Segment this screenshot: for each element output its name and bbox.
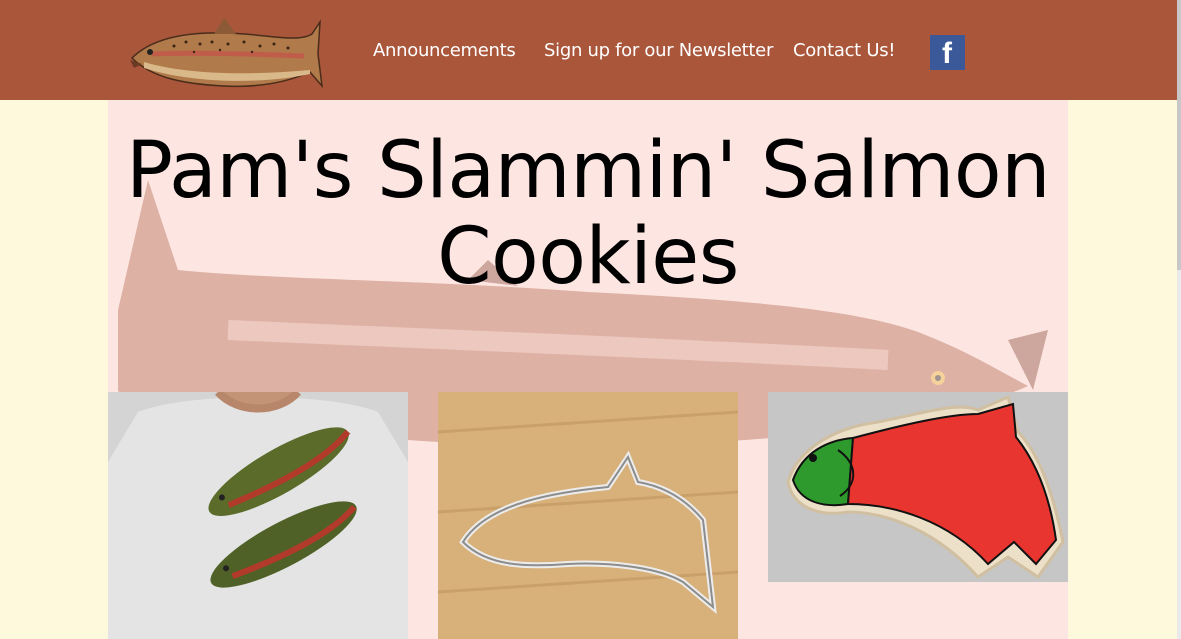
cookie-icon [768, 392, 1068, 582]
scrollbar-thumb[interactable] [1177, 0, 1181, 270]
nav-newsletter-link[interactable]: Sign up for our Newsletter [544, 40, 773, 61]
main-navigation: Announcements Sign up for our Newsletter… [0, 0, 1177, 100]
nav-announcements-link[interactable]: Announcements [373, 40, 516, 61]
salmon-cookie-image[interactable] [768, 392, 1068, 582]
top-nav-bar: Announcements Sign up for our Newsletter… [0, 0, 1177, 100]
page-scrollbar[interactable] [1177, 0, 1181, 639]
salmon-cookie-cutter-image[interactable] [438, 392, 738, 639]
main-content: Pam's Slammin' Salmon Cookies [108, 100, 1068, 639]
facebook-letter: f [942, 37, 952, 70]
salmon-tshirt-image[interactable] [108, 392, 408, 639]
cookie-cutter-icon [438, 392, 738, 639]
page-title: Pam's Slammin' Salmon Cookies [125, 126, 1051, 302]
facebook-icon[interactable]: f [930, 35, 965, 70]
tshirt-icon [108, 392, 408, 639]
nav-contact-link[interactable]: Contact Us! [793, 40, 896, 61]
